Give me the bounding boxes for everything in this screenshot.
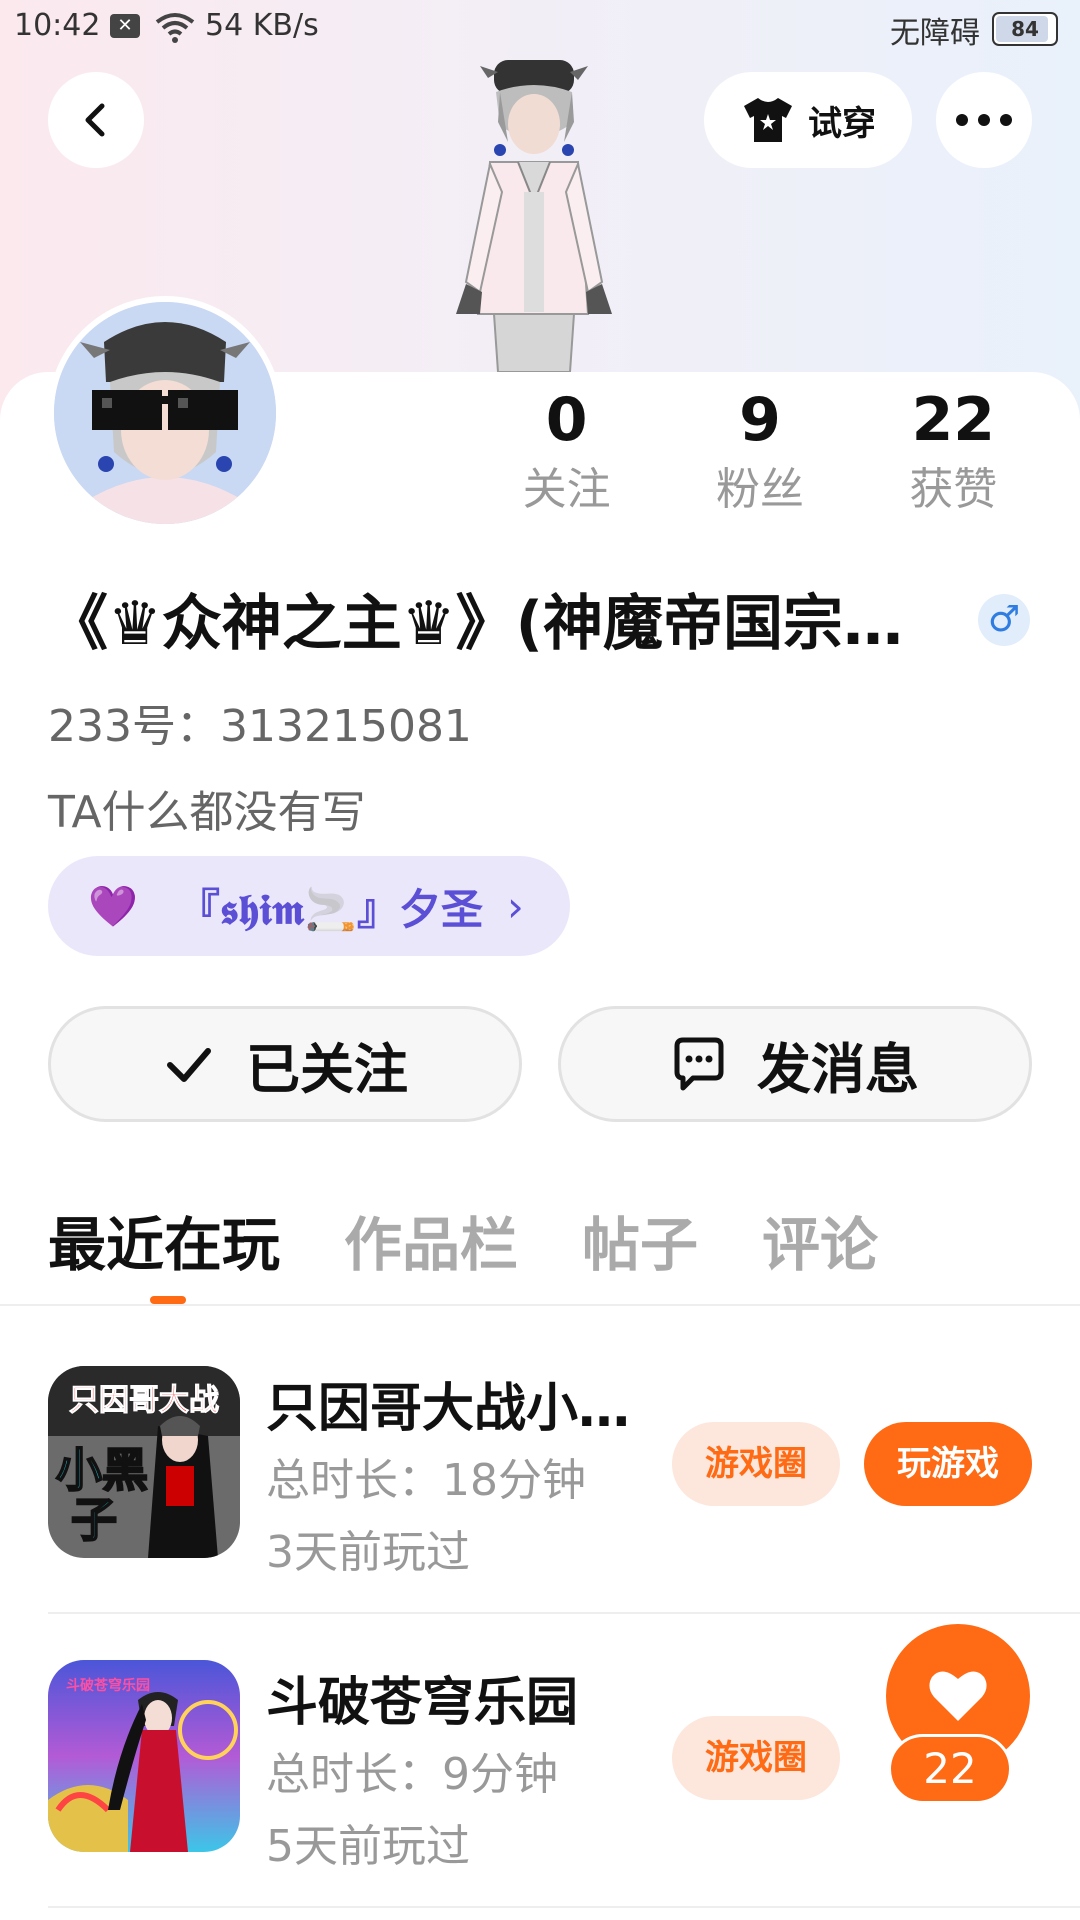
network-speed: 54 KB/s <box>205 8 319 43</box>
avatar-image <box>54 302 276 524</box>
like-button[interactable]: 22 <box>862 1624 1034 1804</box>
chevron-right-icon: › <box>506 881 524 931</box>
divider <box>48 1906 1080 1908</box>
chevron-left-icon <box>85 103 105 137</box>
profile-tabs: 最近在玩 作品栏 帖子 评论 <box>48 1198 878 1282</box>
stat-likes[interactable]: 22 获赞 <box>857 382 1050 522</box>
game-last-played: 5天前玩过 <box>266 1821 470 1872</box>
wifi-icon <box>155 13 195 43</box>
user-bio: TA什么都没有写 <box>48 787 366 838</box>
profile-nickname: 《♛众神之主♛》(神魔帝国宗… <box>48 589 903 659</box>
divider <box>0 1304 1080 1306</box>
status-bar: 10:42 ✕ 54 KB/s 无障碍 84 <box>0 0 1080 54</box>
followed-button[interactable]: 已关注 <box>48 1006 522 1122</box>
svg-text:子: 子 <box>71 1493 117 1547</box>
stat-fans[interactable]: 9 粉丝 <box>663 382 856 522</box>
followed-label: 已关注 <box>246 1037 408 1101</box>
cp-relation-text: 『𝖘𝖍𝖎𝖒🚬』夕圣 <box>177 884 483 934</box>
stat-likes-label: 获赞 <box>909 464 998 515</box>
game-circle-button[interactable]: 游戏圈 <box>672 1716 840 1800</box>
tab-works[interactable]: 作品栏 <box>344 1198 518 1282</box>
send-message-button[interactable]: 发消息 <box>558 1006 1032 1122</box>
chat-bubble-icon <box>674 1037 724 1091</box>
game-title: 只因哥大战小… <box>266 1379 631 1439</box>
checkmark-icon <box>167 1048 211 1082</box>
avatar-3d-figure <box>456 60 612 372</box>
shirt-icon <box>744 98 792 142</box>
play-game-button[interactable]: 玩游戏 <box>864 1422 1032 1506</box>
cp-relation-tag[interactable]: 💜 『𝖘𝖍𝖎𝖒🚬』夕圣 › <box>48 856 570 956</box>
tab-posts[interactable]: 帖子 <box>582 1198 698 1282</box>
game-circle-button[interactable]: 游戏圈 <box>672 1422 840 1506</box>
game-duration: 总时长：9分钟 <box>266 1749 558 1800</box>
battery-icon: 84 <box>992 12 1058 46</box>
try-on-label: 试穿 <box>808 103 876 144</box>
stat-following[interactable]: 0 关注 <box>470 382 663 522</box>
back-button[interactable] <box>48 72 144 168</box>
avatar[interactable] <box>48 296 282 530</box>
game-icon: 只因哥大战 小黑 子 <box>48 1366 240 1558</box>
status-time: 10:42 <box>14 8 101 43</box>
active-tab-indicator <box>150 1296 186 1304</box>
game-icon-title-text: 只因哥大战 <box>69 1383 219 1418</box>
stat-fans-label: 粉丝 <box>715 464 804 515</box>
stat-fans-count: 9 <box>739 385 781 455</box>
svg-text:小黑: 小黑 <box>56 1443 148 1497</box>
tab-recent-play[interactable]: 最近在玩 <box>48 1198 280 1282</box>
heart-icon: 💜 <box>88 883 138 930</box>
profile-stats: 0 关注 9 粉丝 22 获赞 <box>470 382 1050 522</box>
send-message-label: 发消息 <box>757 1037 919 1101</box>
like-count: 22 <box>888 1734 1012 1804</box>
game-icon: 斗破苍穹乐园 <box>48 1660 240 1852</box>
divider <box>48 1612 1080 1614</box>
game-title: 斗破苍穹乐园 <box>266 1673 579 1733</box>
accessibility-label: 无障碍 <box>890 16 980 51</box>
more-dots-icon <box>956 114 1012 126</box>
stat-following-label: 关注 <box>522 464 611 515</box>
more-options-button[interactable] <box>936 72 1032 168</box>
try-on-button[interactable]: 试穿 <box>704 72 912 168</box>
notification-x-icon: ✕ <box>110 14 140 38</box>
stat-following-count: 0 <box>545 385 588 455</box>
battery-level: 84 <box>1011 17 1039 41</box>
heart-icon <box>929 1671 987 1721</box>
tab-comments[interactable]: 评论 <box>762 1198 878 1282</box>
gender-male-icon: ♂ <box>978 594 1030 646</box>
list-item[interactable]: 只因哥大战 小黑 子 只因哥大战小… 总时长：18分钟 3天前玩过 游戏圈 玩游… <box>48 1366 1032 1578</box>
user-id: 233号：313215081 <box>48 701 472 752</box>
game-duration: 总时长：18分钟 <box>266 1455 586 1506</box>
stat-likes-count: 22 <box>911 385 996 455</box>
game-last-played: 3天前玩过 <box>266 1527 470 1578</box>
game-icon-title-text: 斗破苍穹乐园 <box>66 1677 150 1694</box>
